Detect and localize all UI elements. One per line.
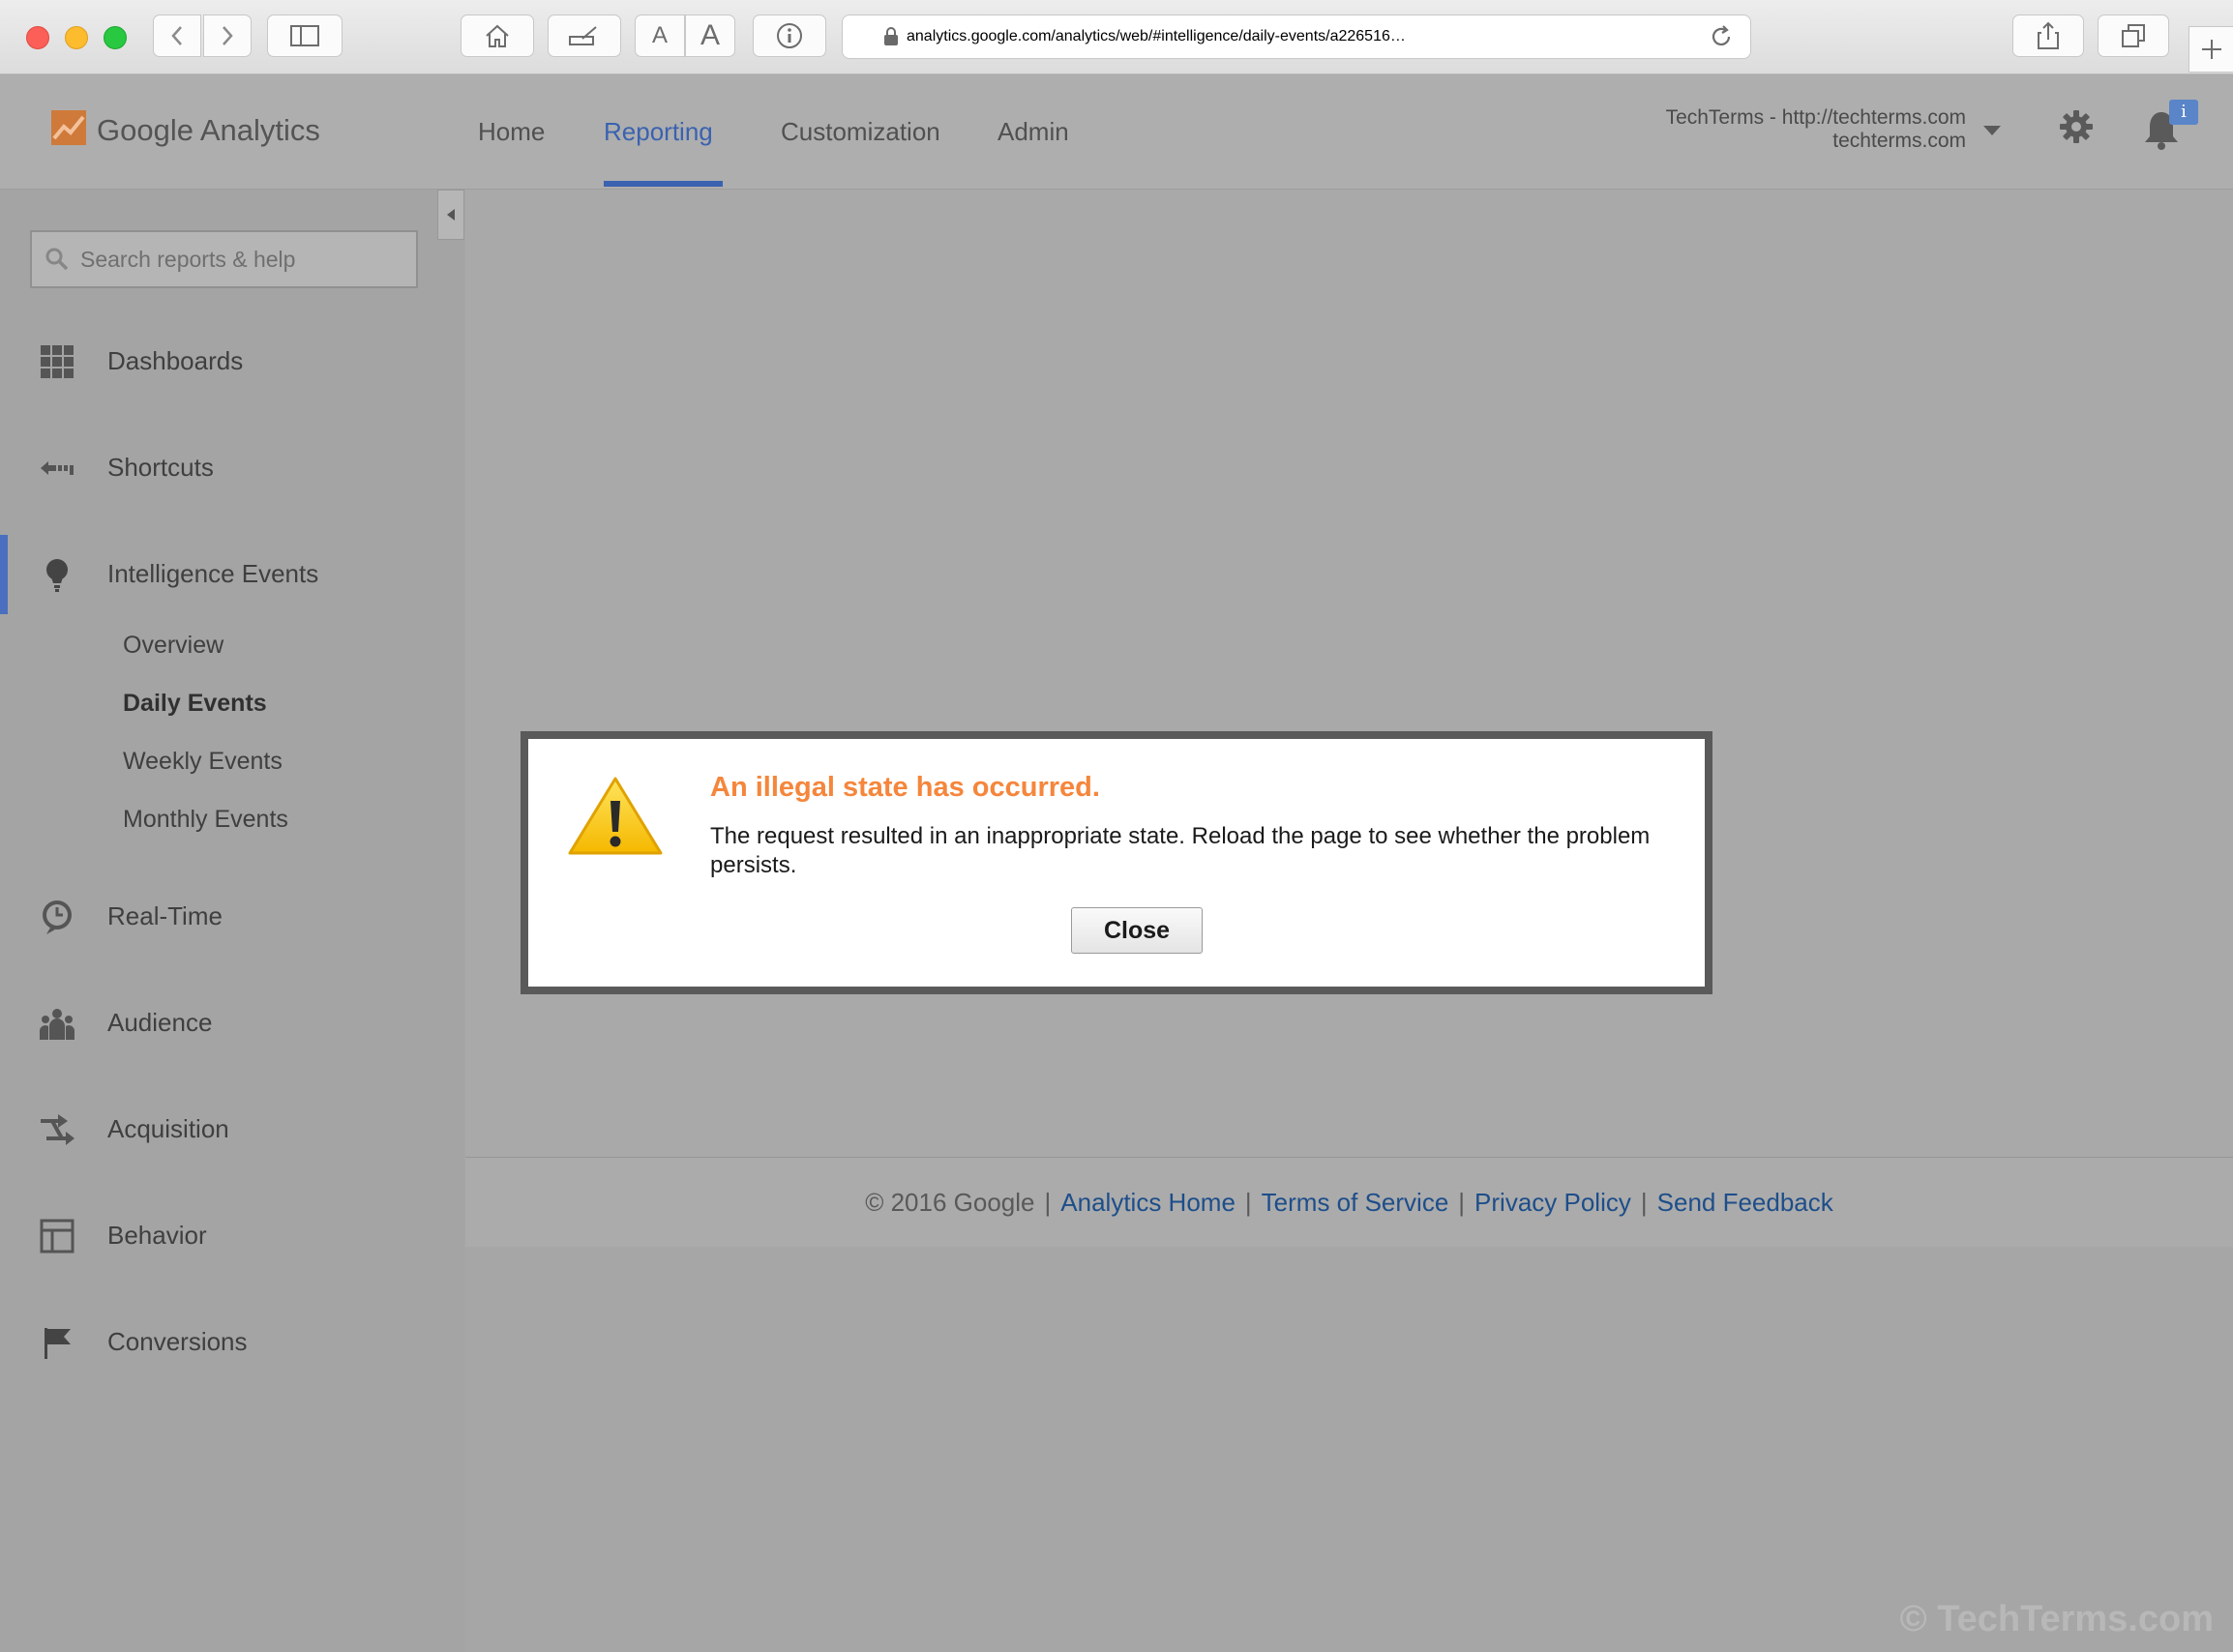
sidebar-item-real-time[interactable]: Real-Time [0,882,464,950]
footer-copyright: © 2016 Google [865,1187,1035,1217]
account-property[interactable]: techterms.com [1832,130,1966,153]
footer-link-privacy[interactable]: Privacy Policy [1474,1188,1631,1218]
subitem-monthly-events[interactable]: Monthly Events [123,806,288,834]
sidebar-item-dashboards[interactable]: Dashboards [0,327,464,395]
dialog-title: An illegal state has occurred. [710,772,1100,803]
address-bar[interactable]: analytics.google.com/analytics/web/#inte… [842,15,1751,59]
sidebar-item-shortcuts[interactable]: Shortcuts [0,433,464,501]
back-button[interactable] [153,15,201,57]
analytics-logo-icon [51,110,86,145]
forward-button[interactable] [203,15,252,57]
markup-button[interactable] [548,15,621,57]
url-path: /analytics/web/#intelligence/daily-event… [1051,28,1406,44]
share-icon [2038,21,2059,49]
new-tab-button[interactable] [2188,26,2233,73]
tabs-overview-button[interactable] [2098,15,2169,57]
chevron-left-icon [171,26,182,45]
close-button[interactable]: Close [1071,907,1203,954]
sidebar-item-label: Intelligence Events [107,559,319,588]
triangle-left-icon [447,209,455,221]
font-smaller-button[interactable]: A [635,15,685,57]
lightbulb-icon [46,559,68,592]
sidebar-item-label: Conversions [107,1327,248,1356]
flag-icon [45,1328,71,1359]
chevron-right-icon [223,26,233,45]
reload-icon[interactable] [1708,23,1735,50]
logo-text: Google Analytics [97,113,320,147]
font-larger-button[interactable]: A [685,15,735,57]
footer: © 2016 Google | Analytics Home | Terms o… [465,1157,2233,1247]
footer-link-terms[interactable]: Terms of Service [1262,1188,1449,1218]
subitem-overview[interactable]: Overview [123,632,223,660]
zoom-window-button[interactable] [104,26,127,49]
footer-link-feedback[interactable]: Send Feedback [1657,1188,1833,1218]
collapse-sidebar-button[interactable] [437,190,464,240]
font-small-label: A [651,22,668,48]
browser-toolbar: A A analytics.google.com/analytics/web/#… [0,0,2233,74]
shortcut-arrow-icon [41,461,74,475]
footer-separator: | [1458,1187,1466,1217]
lock-icon [884,27,898,45]
watermark: © TechTerms.com [1899,1599,2214,1639]
warning-icon [568,777,663,855]
people-icon [40,1009,74,1040]
sidebar-toggle-button[interactable] [267,15,342,57]
sidebar-item-label: Behavior [107,1221,207,1250]
gear-icon[interactable] [2059,109,2094,144]
sidebar-item-label: Real-Time [107,901,223,930]
sidebar-item-label: Acquisition [107,1114,229,1143]
error-dialog: An illegal state has occurred. The reque… [521,731,1712,994]
sidebar-item-intelligence-events[interactable]: Intelligence Events [0,540,464,607]
info-icon [777,23,802,48]
sidebar-item-audience[interactable]: Audience [0,988,464,1056]
close-window-button[interactable] [26,26,49,49]
sidebar-item-label: Dashboards [107,346,244,375]
sidebar-item-label: Audience [107,1008,213,1037]
footer-separator: | [1044,1187,1052,1217]
sidebar-icon [290,25,319,46]
search-placeholder: Search reports & help [80,246,296,272]
caret-down-icon[interactable] [1982,125,2002,136]
dialog-message: The request resulted in an inappropriate… [710,823,1651,878]
tabs-icon [2122,24,2145,47]
ga-header: Google Analytics Home Reporting Customiz… [0,74,2233,190]
notification-badge: i [2169,100,2198,125]
share-button[interactable] [2012,15,2084,57]
subitem-daily-events[interactable]: Daily Events [123,690,267,718]
search-input[interactable]: Search reports & help [30,230,418,288]
sidebar-item-acquisition[interactable]: Acquisition [0,1095,464,1163]
url-domain: analytics.google.com [907,28,1052,44]
sidebar-item-label: Shortcuts [107,453,214,482]
clock-icon [43,900,72,934]
account-name[interactable]: TechTerms - http://techterms.com [1666,106,1966,130]
layout-icon [40,1219,74,1254]
home-icon [486,24,509,47]
home-button[interactable] [461,15,534,57]
minimize-window-button[interactable] [65,26,88,49]
tab-home[interactable]: Home [478,117,545,147]
footer-link-analytics-home[interactable]: Analytics Home [1060,1188,1236,1218]
tab-reporting[interactable]: Reporting [604,117,713,147]
subitem-weekly-events[interactable]: Weekly Events [123,748,283,776]
footer-separator: | [1640,1187,1648,1217]
tab-admin[interactable]: Admin [997,117,1069,147]
search-icon [45,248,69,271]
active-tab-indicator [604,181,723,187]
pen-icon [569,26,597,45]
grid-icon [41,345,74,378]
sidebar-item-behavior[interactable]: Behavior [0,1201,464,1269]
sidebar-item-conversions[interactable]: Conversions [0,1308,464,1375]
plus-icon [2201,40,2221,59]
arrows-icon [41,1114,74,1145]
font-large-label: A [700,19,720,51]
notifications-button[interactable]: i [2142,100,2200,158]
footer-separator: | [1244,1187,1252,1217]
tab-customization[interactable]: Customization [781,117,940,147]
reader-info-button[interactable] [753,15,826,57]
report-content-area [465,190,2233,1157]
